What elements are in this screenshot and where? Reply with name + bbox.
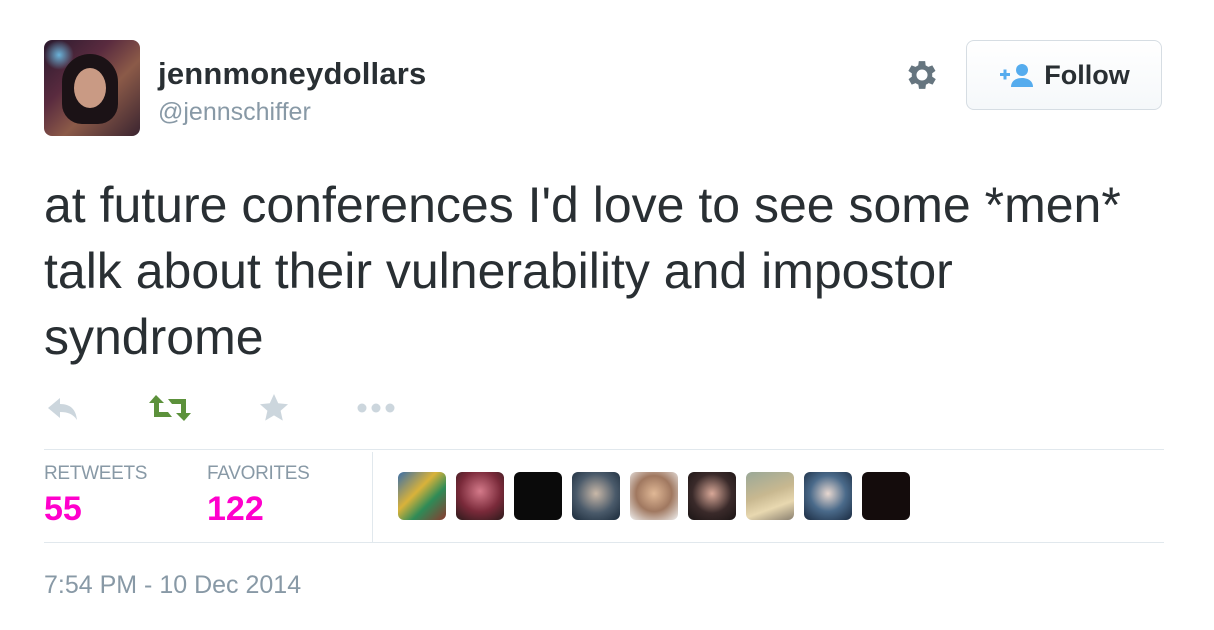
reply-button[interactable] [46,390,80,426]
favoriter-avatar[interactable] [746,472,794,520]
tweet-actions [44,390,444,426]
retweets-stat[interactable]: RETWEETS 55 [44,463,147,527]
favoriter-avatar[interactable] [630,472,678,520]
add-user-icon [1000,64,1034,87]
favoriter-avatar[interactable] [572,472,620,520]
follow-button-label: Follow [1044,59,1130,90]
gear-icon[interactable] [903,56,941,94]
tweet-timestamp[interactable]: 7:54 PM - 10 Dec 2014 [44,571,301,600]
follow-button[interactable]: Follow [966,40,1162,110]
more-button[interactable] [356,390,398,426]
favorite-button[interactable] [258,390,290,426]
avatar-face [74,68,106,108]
favorites-label: FAVORITES [207,463,310,484]
more-dots-icon [357,403,395,413]
favoriter-avatar[interactable] [862,472,910,520]
stats-divider [372,452,373,542]
favorites-stat[interactable]: FAVORITES 122 [207,463,310,527]
tweet-card: jennmoneydollars @jennschiffer Follow at… [0,0,1214,630]
reply-icon [48,398,77,420]
divider-bottom [44,542,1164,543]
favoriter-avatar[interactable] [456,472,504,520]
user-avatar[interactable] [44,40,140,136]
retweet-button[interactable] [148,390,192,426]
retweets-count: 55 [44,490,82,528]
star-icon [260,394,288,421]
screen-name[interactable]: @jennschiffer [158,98,311,127]
favorites-count: 122 [207,490,264,528]
favoriter-avatar[interactable] [398,472,446,520]
retweet-icon [149,395,191,421]
favoriter-avatar[interactable] [514,472,562,520]
display-name[interactable]: jennmoneydollars [158,56,427,92]
favoriter-avatar[interactable] [804,472,852,520]
retweets-label: RETWEETS [44,463,148,484]
divider-top [44,449,1164,450]
favoriter-avatar[interactable] [688,472,736,520]
tweet-text: at future conferences I'd love to see so… [44,177,1121,365]
